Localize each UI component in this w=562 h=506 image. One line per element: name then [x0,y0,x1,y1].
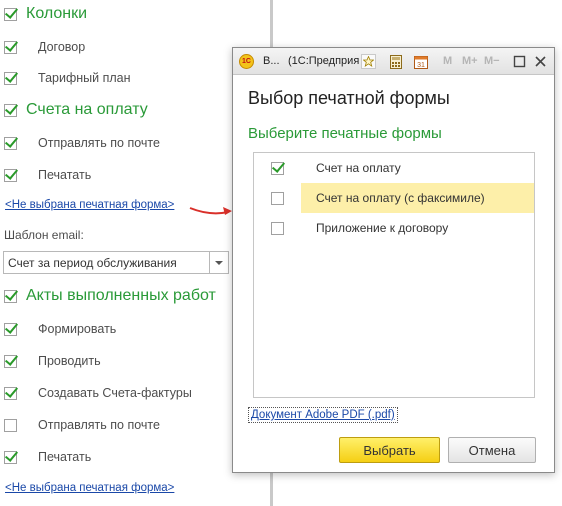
email-template-label: Шаблон email: [4,228,84,242]
contract-label: Договор [38,40,86,54]
form-label-invoice-facsimile: Счет на оплату (с факсимиле) [316,191,485,205]
settings-panel: Колонки Договор Тарифный план Счета на о… [0,0,232,506]
section-acts-checkbox[interactable] [4,289,17,303]
select-button[interactable]: Выбрать [339,437,440,463]
output-format-link[interactable]: Документ Adobe PDF (.pdf) [248,407,398,423]
act-form-label: Формировать [38,322,117,336]
contract-checkbox[interactable] [4,40,17,54]
act-print-checkbox[interactable] [4,450,17,464]
invoice-send-email-checkbox[interactable] [4,136,17,150]
option-invoice-print[interactable]: Печатать [4,165,91,185]
act-form-checkbox[interactable] [4,322,17,336]
act-post-label: Проводить [38,354,101,368]
list-item[interactable]: Приложение к договору [254,213,534,243]
invoice-print-checkbox[interactable] [4,168,17,182]
dialog-title-short: В... [263,55,280,67]
form-label-contract-appendix: Приложение к договору [316,221,449,235]
annotation-arrow-icon [189,207,232,215]
act-send-email-label: Отправлять по почте [38,418,160,432]
dialog-titlebar[interactable]: 1С В... (1С:Предприя 31 M M+ M− [233,48,554,75]
option-act-post[interactable]: Проводить [4,351,101,371]
tariff-checkbox[interactable] [4,71,17,85]
email-template-select[interactable]: Счет за период обслуживания [3,251,229,274]
calendar-icon[interactable]: 31 [413,54,428,69]
form-checkbox-invoice-facsimile[interactable] [271,191,284,205]
chevron-down-icon[interactable] [209,252,228,273]
section-acts-title: Акты выполненных работ [26,287,216,304]
form-label-invoice: Счет на оплату [316,161,401,175]
print-forms-list: Счет на оплату Счет на оплату (с факсими… [253,152,535,398]
section-acts[interactable]: Акты выполненных работ [4,286,216,306]
act-print-form-link[interactable]: <Не выбрана печатная форма> [5,482,174,494]
option-act-form[interactable]: Формировать [4,319,116,339]
section-invoices-checkbox[interactable] [4,103,17,117]
maximize-icon[interactable] [513,55,526,68]
svg-text:31: 31 [417,62,425,69]
invoice-print-form-link[interactable]: <Не выбрана печатная форма> [5,199,174,211]
email-template-value: Счет за период обслуживания [8,256,177,270]
favorite-star-icon[interactable] [361,54,376,69]
act-print-label: Печатать [38,450,92,464]
print-form-dialog: 1С В... (1С:Предприя 31 M M+ M− Выбор пе… [232,47,555,473]
memory-plus-button[interactable]: M+ [462,55,478,67]
option-act-create-invoices[interactable]: Создавать Счета-фактуры [4,383,192,403]
list-item[interactable]: Счет на оплату [254,153,534,183]
form-checkbox-invoice[interactable] [271,161,284,175]
calculator-icon[interactable] [388,54,403,69]
invoice-print-label: Печатать [38,168,92,182]
section-columns-checkbox[interactable] [4,7,17,21]
invoice-send-email-label: Отправлять по почте [38,136,160,150]
option-tariff[interactable]: Тарифный план [4,68,131,88]
app-logo-icon: 1С [239,54,254,69]
close-icon[interactable] [534,55,547,68]
option-act-print[interactable]: Печатать [4,447,91,467]
section-columns[interactable]: Колонки [4,4,87,24]
section-invoices-title: Счета на оплату [26,101,148,118]
dialog-title-app: (1С:Предприя [288,55,360,67]
option-contract[interactable]: Договор [4,37,85,57]
form-checkbox-contract-appendix[interactable] [271,221,284,235]
memory-minus-button[interactable]: M− [484,55,500,67]
dialog-subheading: Выберите печатные формы [248,125,442,142]
act-post-checkbox[interactable] [4,354,17,368]
act-create-invoices-label: Создавать Счета-фактуры [38,386,192,400]
list-item[interactable]: Счет на оплату (с факсимиле) [254,183,534,213]
memory-m-button[interactable]: M [443,55,452,67]
tariff-label: Тарифный план [38,71,131,85]
option-invoice-send-email[interactable]: Отправлять по почте [4,133,160,153]
dialog-heading: Выбор печатной формы [248,88,450,108]
cancel-button[interactable]: Отмена [448,437,536,463]
act-create-invoices-checkbox[interactable] [4,386,17,400]
section-columns-title: Колонки [26,5,88,22]
section-invoices[interactable]: Счета на оплату [4,100,148,120]
act-send-email-checkbox[interactable] [4,418,17,432]
option-act-send-email[interactable]: Отправлять по почте [4,415,160,435]
